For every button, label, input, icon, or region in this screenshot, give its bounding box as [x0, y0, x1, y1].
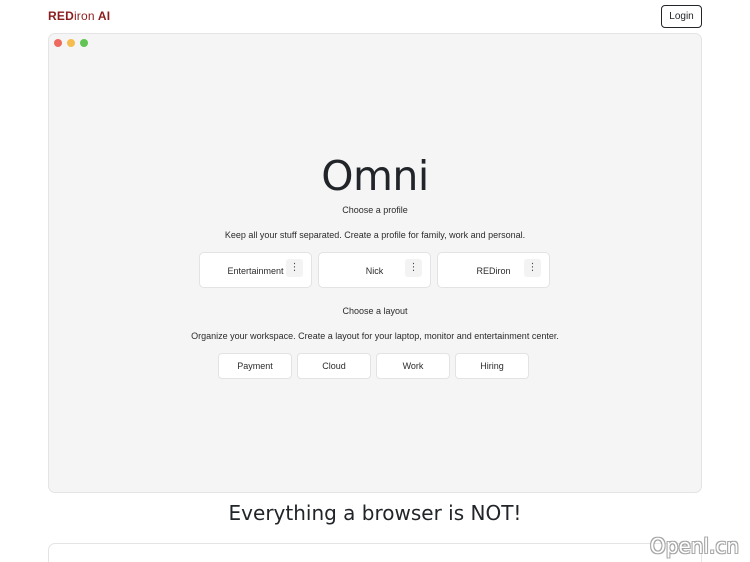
window-controls [54, 39, 88, 47]
minimize-dot-icon[interactable] [67, 39, 75, 47]
hero-title: Omni [321, 152, 429, 200]
profile-description: Keep all your stuff separated. Create a … [224, 230, 526, 240]
profile-card-nick[interactable]: Nick ⋮ [318, 252, 431, 288]
brand-logo[interactable]: REDiron AI [48, 9, 110, 23]
watermark: Openl.cn [650, 534, 740, 558]
maximize-dot-icon[interactable] [80, 39, 88, 47]
layout-button-payment[interactable]: Payment [218, 353, 292, 379]
more-vertical-icon[interactable]: ⋮ [405, 259, 422, 277]
profile-card-rediron[interactable]: REDiron ⋮ [437, 252, 550, 288]
more-vertical-icon[interactable]: ⋮ [524, 259, 541, 277]
layout-description: Organize your workspace. Create a layout… [191, 331, 559, 341]
browser-window-preview: Omni Choose a profile Keep all your stuf… [48, 33, 702, 493]
brand-light: iron [73, 9, 95, 23]
tagline: Everything a browser is NOT! [228, 501, 522, 525]
login-button[interactable]: Login [661, 5, 702, 28]
profile-heading: Choose a profile [342, 205, 408, 215]
layout-list: Payment Cloud Work Hiring [218, 353, 529, 379]
top-navbar: REDiron AI Login [0, 0, 750, 33]
next-section-card [48, 543, 702, 562]
profile-card-entertainment[interactable]: Entertainment ⋮ [199, 252, 312, 288]
brand-bold: RED [48, 9, 74, 23]
more-vertical-icon[interactable]: ⋮ [286, 259, 303, 277]
close-dot-icon[interactable] [54, 39, 62, 47]
profile-list: Entertainment ⋮ Nick ⋮ REDiron ⋮ [199, 252, 550, 288]
layout-heading: Choose a layout [342, 306, 408, 316]
brand-suffix: AI [94, 9, 111, 23]
layout-button-hiring[interactable]: Hiring [455, 353, 529, 379]
layout-button-work[interactable]: Work [376, 353, 450, 379]
layout-button-cloud[interactable]: Cloud [297, 353, 371, 379]
